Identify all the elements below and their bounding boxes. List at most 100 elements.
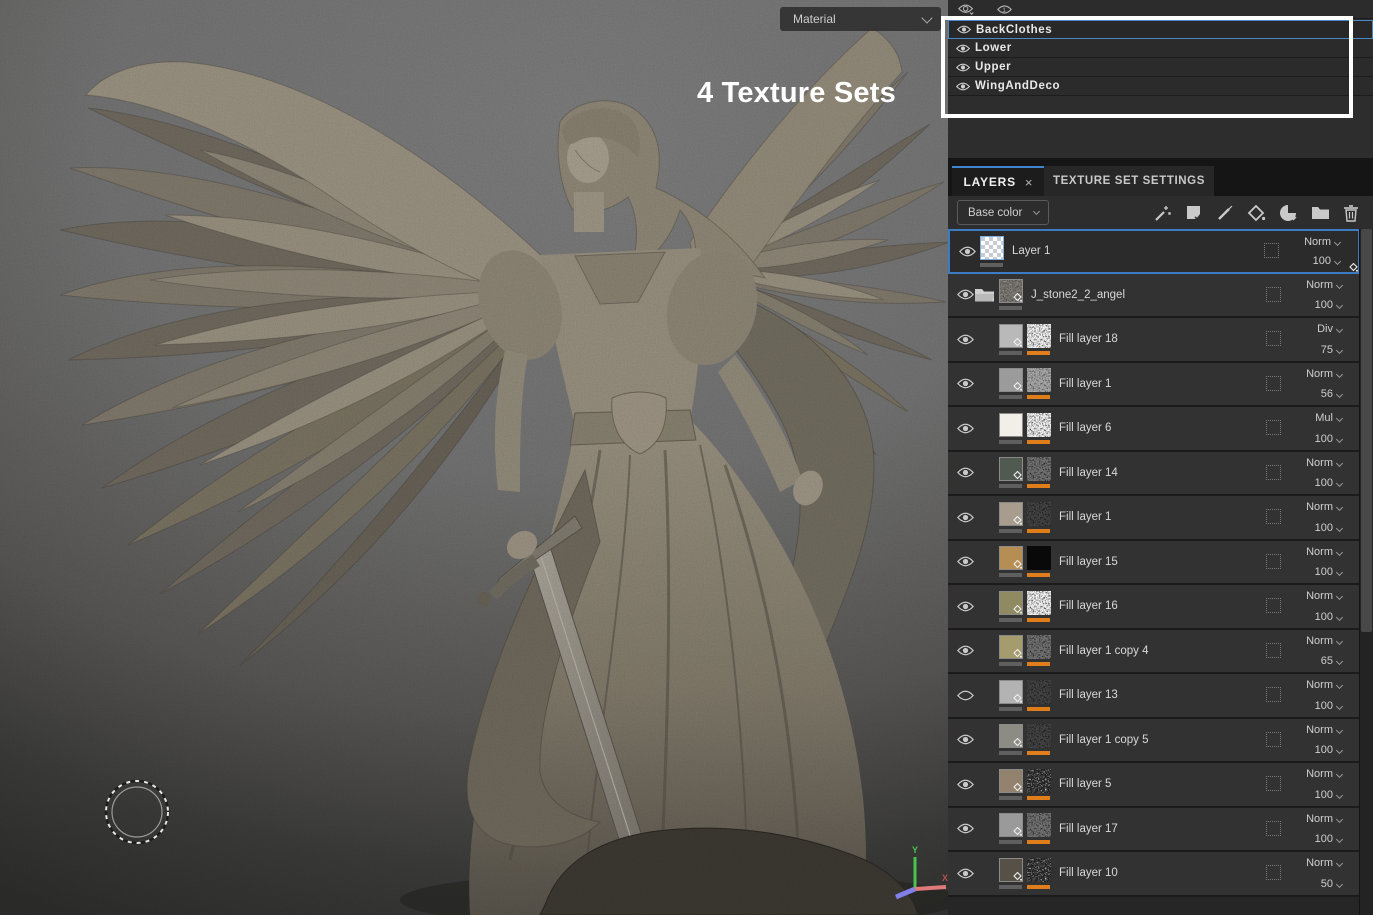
- eye-icon[interactable]: [956, 43, 970, 54]
- visibility-toggle[interactable]: [957, 778, 974, 791]
- visibility-toggle[interactable]: [957, 867, 974, 880]
- layer-row[interactable]: Fill layer 5 Norm 100: [948, 763, 1360, 808]
- mask-thumbnail[interactable]: [1027, 635, 1051, 660]
- layer-row[interactable]: Fill layer 14 Norm 100: [948, 451, 1360, 496]
- material-mode-dropdown[interactable]: Material: [780, 7, 941, 31]
- mask-link-placeholder[interactable]: [1266, 642, 1281, 658]
- mask-link-placeholder[interactable]: [1266, 598, 1281, 614]
- layer-row[interactable]: Fill layer 6 Mul 100: [948, 407, 1360, 452]
- blend-mode-dropdown[interactable]: Norm: [1306, 813, 1344, 825]
- opacity-dropdown[interactable]: 100: [1315, 789, 1344, 801]
- layer-row[interactable]: Fill layer 10 Norm 50: [948, 852, 1360, 897]
- mask-link-placeholder[interactable]: [1266, 464, 1281, 480]
- opacity-dropdown[interactable]: 100: [1315, 299, 1344, 311]
- layer-thumbnail[interactable]: [999, 501, 1023, 526]
- blend-mode-dropdown[interactable]: Norm: [1306, 768, 1344, 780]
- mask-link-placeholder[interactable]: [1266, 776, 1281, 792]
- visibility-toggle[interactable]: [957, 377, 974, 390]
- fill-bucket-icon[interactable]: [1247, 204, 1266, 222]
- eye-sync-icon[interactable]: [958, 3, 975, 16]
- brush-icon[interactable]: [1216, 204, 1234, 222]
- mask-thumbnail[interactable]: [1027, 724, 1051, 749]
- layer-thumbnail[interactable]: [999, 679, 1023, 704]
- layer-row[interactable]: Fill layer 1 Norm 100: [948, 496, 1360, 541]
- trash-icon[interactable]: [1343, 204, 1359, 222]
- layer-thumbnail[interactable]: [999, 546, 1023, 571]
- mask-link-placeholder[interactable]: [1266, 509, 1281, 525]
- layer-row[interactable]: Fill layer 13 Norm 100: [948, 674, 1360, 719]
- blend-mode-dropdown[interactable]: Norm: [1306, 679, 1344, 691]
- layer-thumbnail[interactable]: [999, 857, 1023, 882]
- layer-row[interactable]: Fill layer 17 Norm 100: [948, 807, 1360, 852]
- mask-link-placeholder[interactable]: [1266, 687, 1281, 703]
- layer-list-scrollbar[interactable]: [1359, 229, 1373, 915]
- magic-wand-icon[interactable]: [1154, 204, 1172, 222]
- blend-mode-dropdown[interactable]: Norm: [1304, 236, 1342, 248]
- layer-thumbnail[interactable]: [999, 813, 1023, 838]
- layer-row[interactable]: Fill layer 1 Norm 56: [948, 362, 1360, 407]
- opacity-dropdown[interactable]: 100: [1315, 700, 1344, 712]
- mask-link-placeholder[interactable]: [1266, 420, 1281, 436]
- mask-link-placeholder[interactable]: [1266, 731, 1281, 747]
- layer-row[interactable]: Fill layer 16 Norm 100: [948, 585, 1360, 630]
- visibility-toggle[interactable]: [957, 600, 974, 613]
- layer-row[interactable]: Fill layer 15 Norm 100: [948, 540, 1360, 585]
- mask-thumbnail[interactable]: [1027, 323, 1051, 348]
- blend-mode-dropdown[interactable]: Norm: [1306, 546, 1344, 558]
- layer-row[interactable]: Fill layer 18 Div 75: [948, 318, 1360, 363]
- visibility-toggle[interactable]: [957, 511, 974, 524]
- opacity-dropdown[interactable]: 100: [1315, 477, 1344, 489]
- visibility-toggle[interactable]: [959, 245, 976, 258]
- eye-solo-icon[interactable]: 1: [997, 3, 1012, 16]
- mask-link-placeholder[interactable]: [1266, 820, 1281, 836]
- layer-row[interactable]: Fill layer 1 copy 5 Norm 100: [948, 718, 1360, 763]
- visibility-toggle[interactable]: [957, 733, 974, 746]
- layer-thumbnail[interactable]: [999, 457, 1023, 482]
- folder-icon[interactable]: [1311, 205, 1330, 221]
- layer-thumbnail[interactable]: [999, 412, 1023, 437]
- tab-close-icon[interactable]: ×: [1025, 176, 1033, 189]
- mask-link-placeholder[interactable]: [1266, 331, 1281, 347]
- texture-set-row[interactable]: Upper: [948, 58, 1373, 77]
- tab-texture-set-settings[interactable]: TEXTURE SET SETTINGS: [1044, 166, 1214, 196]
- visibility-toggle[interactable]: [957, 644, 974, 657]
- layer-thumbnail[interactable]: [999, 768, 1023, 793]
- layer-thumbnail[interactable]: [999, 279, 1023, 304]
- blend-mode-dropdown[interactable]: Norm: [1306, 635, 1344, 647]
- opacity-dropdown[interactable]: 100: [1315, 744, 1344, 756]
- mask-thumbnail[interactable]: [1027, 368, 1051, 393]
- mask-link-placeholder[interactable]: [1264, 243, 1279, 259]
- opacity-dropdown[interactable]: 100: [1315, 833, 1344, 845]
- texture-set-row[interactable]: Lower: [948, 39, 1373, 58]
- mask-link-placeholder[interactable]: [1266, 286, 1281, 302]
- layer-row[interactable]: Fill layer 1 copy 4 Norm 65: [948, 629, 1360, 674]
- opacity-dropdown[interactable]: 100: [1315, 433, 1344, 445]
- eye-icon[interactable]: [956, 81, 970, 92]
- mask-thumbnail[interactable]: [1027, 457, 1051, 482]
- mask-thumbnail[interactable]: [1027, 412, 1051, 437]
- viewport-3d[interactable]: Material 4 Texture Sets Y X: [0, 0, 948, 915]
- eye-icon[interactable]: [956, 62, 970, 73]
- opacity-dropdown[interactable]: 100: [1313, 255, 1342, 267]
- blend-mode-dropdown[interactable]: Norm: [1306, 501, 1344, 513]
- mask-thumbnail[interactable]: [1027, 813, 1051, 838]
- blend-mode-dropdown[interactable]: Norm: [1306, 457, 1344, 469]
- mask-thumbnail[interactable]: [1027, 501, 1051, 526]
- visibility-toggle[interactable]: [957, 288, 974, 301]
- layer-thumbnail[interactable]: [999, 590, 1023, 615]
- layer-thumbnail[interactable]: [999, 635, 1023, 660]
- smart-material-icon[interactable]: [1279, 204, 1298, 222]
- opacity-dropdown[interactable]: 100: [1315, 566, 1344, 578]
- blend-mode-dropdown[interactable]: Norm: [1306, 724, 1344, 736]
- texture-set-row[interactable]: BackClothes: [948, 20, 1373, 39]
- mask-link-placeholder[interactable]: [1266, 375, 1281, 391]
- opacity-dropdown[interactable]: 100: [1315, 522, 1344, 534]
- blend-mode-dropdown[interactable]: Mul: [1315, 412, 1344, 424]
- blend-mode-dropdown[interactable]: Norm: [1306, 857, 1344, 869]
- opacity-dropdown[interactable]: 65: [1321, 655, 1344, 667]
- opacity-dropdown[interactable]: 50: [1321, 878, 1344, 890]
- blend-mode-dropdown[interactable]: Norm: [1306, 590, 1344, 602]
- mask-thumbnail[interactable]: [1027, 768, 1051, 793]
- visibility-toggle[interactable]: [957, 333, 974, 346]
- mask-thumbnail[interactable]: [1027, 679, 1051, 704]
